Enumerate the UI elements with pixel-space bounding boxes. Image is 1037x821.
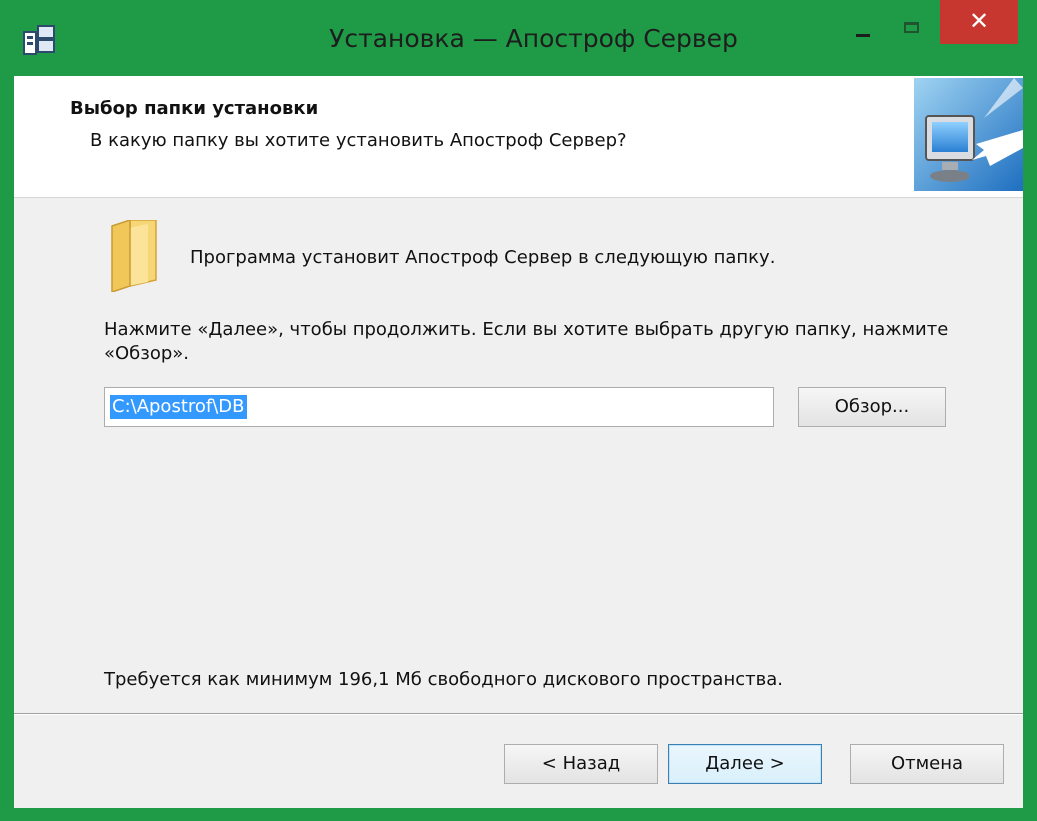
page-subtitle: В какую папку вы хотите установить Апост…: [90, 130, 627, 151]
next-button[interactable]: Далее >: [668, 744, 822, 784]
title-bar[interactable]: Установка — Апостроф Сервер ✕: [0, 0, 1037, 76]
footer-separator: [14, 713, 1023, 715]
close-icon: ✕: [968, 7, 990, 35]
monitor-install-icon: [914, 78, 1023, 191]
minimize-button[interactable]: [846, 0, 882, 44]
installer-window: Установка — Апостроф Сервер ✕ Выбор папк…: [0, 0, 1037, 821]
wizard-header: Выбор папки установки В какую папку вы х…: [14, 76, 1023, 198]
install-path-value: C:\Apostrof\DB: [110, 395, 247, 419]
disk-space-required: Требуется как минимум 196,1 Мб свободног…: [104, 669, 783, 690]
instruction-text: Нажмите «Далее», чтобы продолжить. Если …: [104, 319, 949, 364]
page-title: Выбор папки установки: [70, 98, 319, 119]
browse-button[interactable]: Обзор...: [798, 387, 946, 427]
close-button[interactable]: ✕: [940, 0, 1018, 44]
back-button[interactable]: < Назад: [504, 744, 658, 784]
cancel-button[interactable]: Отмена: [850, 744, 1004, 784]
folder-icon: [111, 220, 157, 292]
install-path-input[interactable]: C:\Apostrof\DB: [104, 387, 774, 427]
maximize-button[interactable]: [892, 0, 932, 44]
install-location-info: Программа установит Апостроф Сервер в сл…: [190, 247, 776, 268]
wizard-client-area: Выбор папки установки В какую папку вы х…: [14, 76, 1023, 808]
